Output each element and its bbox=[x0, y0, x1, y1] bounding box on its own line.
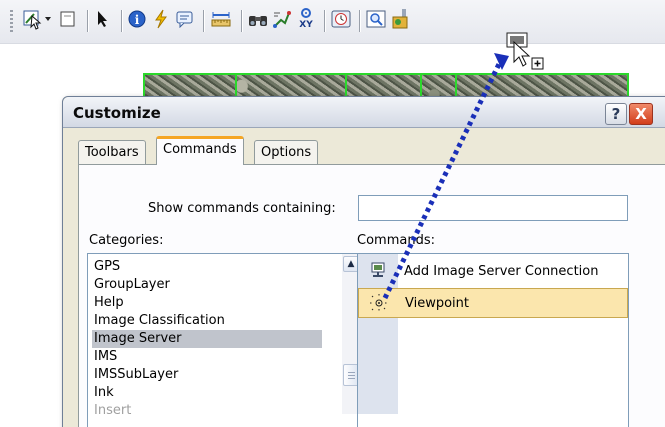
drag-cursor-icon bbox=[506, 32, 546, 80]
arcmap-window: i XY Customize ? X Toolbars Commands Opt… bbox=[0, 0, 665, 427]
tab-commands[interactable]: Commands bbox=[156, 136, 244, 165]
drag-path-arrow bbox=[382, 53, 509, 300]
